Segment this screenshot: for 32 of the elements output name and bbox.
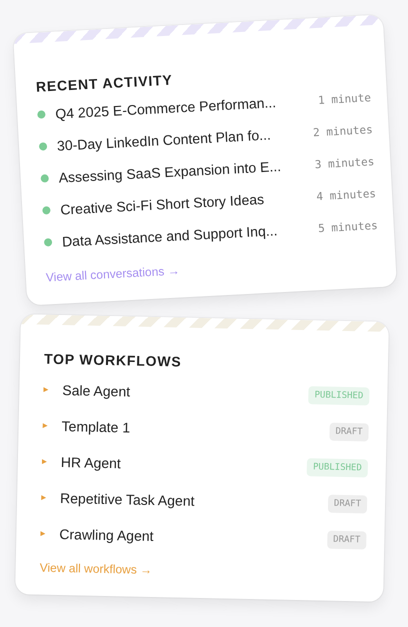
time-ago: 5 minutes <box>318 218 378 235</box>
time-ago: 3 minutes <box>314 154 375 171</box>
triangle-icon <box>42 422 48 429</box>
workflow-link[interactable]: HR Agent <box>60 454 308 476</box>
time-ago: 2 minutes <box>312 122 373 139</box>
conversation-link[interactable]: Assessing SaaS Expansion into E... <box>58 156 306 186</box>
card-title: TOP WORKFLOWS <box>44 350 183 372</box>
workflow-link[interactable]: Template 1 <box>61 418 330 440</box>
triangle-icon <box>41 494 46 501</box>
status-dot <box>42 206 51 215</box>
time-ago: 4 minutes <box>316 186 376 203</box>
triangle-icon <box>43 386 48 393</box>
status-badge: PUBLISHED <box>306 458 368 478</box>
triangle-icon <box>42 458 47 465</box>
conversation-link[interactable]: Q4 2025 E-Commerce Performan... <box>54 92 308 122</box>
workflow-link[interactable]: Sale Agent <box>62 382 309 404</box>
status-dot <box>37 110 46 119</box>
status-dot <box>44 238 52 247</box>
triangle-icon <box>40 530 46 537</box>
status-dot <box>40 174 49 183</box>
status-badge: DRAFT <box>327 530 366 550</box>
status-dot <box>38 142 48 151</box>
conversation-link[interactable]: Data Assistance and Support Inq... <box>62 220 309 250</box>
status-badge: PUBLISHED <box>308 386 370 406</box>
time-ago: 1 minute <box>318 90 372 106</box>
status-badge: DRAFT <box>329 422 369 442</box>
conversation-link[interactable]: 30-Day LinkedIn Content Plan fo... <box>56 124 304 154</box>
card-title: RECENT ACTIVITY <box>36 70 174 95</box>
status-badge: DRAFT <box>328 494 368 514</box>
conversation-link[interactable]: Creative Sci-Fi Short Story Ideas <box>60 188 307 218</box>
workflow-link[interactable]: Repetitive Task Agent <box>60 490 328 512</box>
workflow-link[interactable]: Crawling Agent <box>59 526 328 548</box>
